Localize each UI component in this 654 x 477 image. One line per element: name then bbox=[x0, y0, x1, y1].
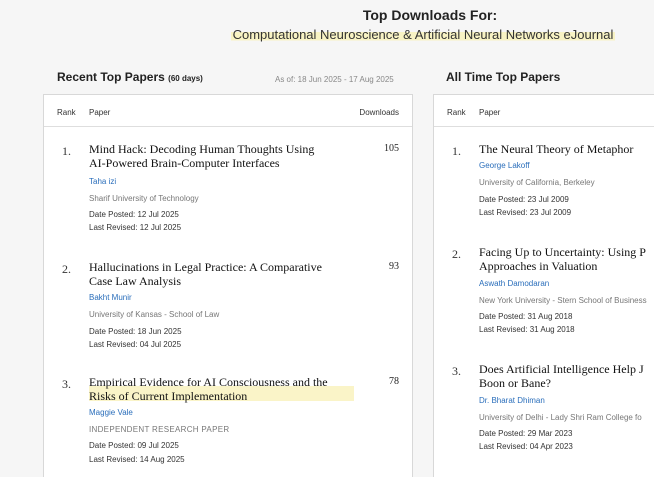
paper-author-link[interactable]: Maggie Vale bbox=[89, 408, 133, 417]
recent-date-range: As of: 18 Jun 2025 - 17 Aug 2025 bbox=[275, 75, 394, 84]
paper-downloads: 93 bbox=[389, 261, 399, 272]
recent-heading-text: Recent Top Papers bbox=[57, 70, 165, 84]
paper-last-revised: Last Revised: 23 Jul 2009 bbox=[479, 208, 572, 217]
paper-affiliation: University of California, Berkeley bbox=[479, 178, 595, 187]
recent-section-heading: Recent Top Papers (60 days) bbox=[57, 70, 203, 84]
paper-author-link[interactable]: Dr. Bharat Dhiman bbox=[479, 396, 545, 405]
col-paper: Paper bbox=[479, 108, 501, 117]
paper-rank: 3. bbox=[62, 377, 71, 391]
header-divider bbox=[434, 126, 654, 127]
paper-date-posted: Date Posted: 23 Jul 2009 bbox=[479, 195, 569, 204]
paper-last-revised: Last Revised: 04 Jul 2025 bbox=[89, 340, 182, 349]
col-downloads: Downloads bbox=[359, 108, 399, 117]
paper-title-link[interactable]: Hallucinations in Legal Practice: A Comp… bbox=[89, 260, 354, 288]
recent-papers-panel: Rank Paper Downloads 1. Mind Hack: Decod… bbox=[43, 94, 413, 477]
paper-rank: 2. bbox=[62, 262, 71, 276]
col-rank: Rank bbox=[57, 108, 76, 117]
top-downloads-page: Top Downloads For: Computational Neurosc… bbox=[0, 0, 654, 477]
paper-title-link[interactable]: Empirical Evidence for AI Consciousness … bbox=[89, 375, 354, 403]
paper-affiliation: INDEPENDENT RESEARCH PAPER bbox=[89, 425, 230, 434]
journal-name-link[interactable]: Computational Neuroscience & Artificial … bbox=[230, 27, 616, 42]
paper-last-revised: Last Revised: 12 Jul 2025 bbox=[89, 223, 182, 232]
paper-author-link[interactable]: George Lakoff bbox=[479, 161, 530, 170]
paper-last-revised: Last Revised: 14 Aug 2025 bbox=[89, 455, 185, 464]
header-divider bbox=[44, 126, 412, 127]
paper-last-revised: Last Revised: 31 Aug 2018 bbox=[479, 325, 575, 334]
paper-title-link[interactable]: Does Artificial Intelligence Help J Boon… bbox=[479, 362, 654, 390]
alltime-section-heading: All Time Top Papers bbox=[446, 70, 560, 84]
paper-affiliation: New York University - Stern School of Bu… bbox=[479, 296, 647, 305]
paper-date-posted: Date Posted: 31 Aug 2018 bbox=[479, 312, 573, 321]
paper-rank: 3. bbox=[452, 364, 461, 378]
paper-rank: 1. bbox=[452, 144, 461, 158]
alltime-heading-text: All Time Top Papers bbox=[446, 70, 561, 84]
col-rank: Rank bbox=[447, 108, 466, 117]
col-paper: Paper bbox=[89, 108, 111, 117]
paper-title-link[interactable]: The Neural Theory of Metaphor bbox=[479, 142, 654, 156]
page-title: Top Downloads For: bbox=[362, 7, 498, 23]
paper-title-link[interactable]: Mind Hack: Decoding Human Thoughts Using… bbox=[89, 142, 354, 170]
paper-downloads: 78 bbox=[389, 376, 399, 387]
paper-author-link[interactable]: Bakht Munir bbox=[89, 293, 132, 302]
recent-days-label: (60 days) bbox=[168, 74, 203, 83]
paper-downloads: 105 bbox=[384, 143, 399, 154]
paper-title-link[interactable]: Facing Up to Uncertainty: Using P Approa… bbox=[479, 245, 654, 273]
paper-date-posted: Date Posted: 18 Jun 2025 bbox=[89, 327, 182, 336]
paper-date-posted: Date Posted: 29 Mar 2023 bbox=[479, 429, 573, 438]
paper-affiliation: University of Kansas - School of Law bbox=[89, 310, 220, 319]
paper-author-link[interactable]: Taha izi bbox=[89, 177, 116, 186]
paper-rank: 2. bbox=[452, 247, 461, 261]
paper-affiliation: University of Delhi - Lady Shri Ram Coll… bbox=[479, 413, 642, 422]
journal-name: Computational Neuroscience & Artificial … bbox=[0, 27, 654, 42]
alltime-papers-panel: Rank Paper 1. The Neural Theory of Metap… bbox=[433, 94, 654, 477]
paper-date-posted: Date Posted: 12 Jul 2025 bbox=[89, 210, 179, 219]
paper-rank: 1. bbox=[62, 144, 71, 158]
paper-date-posted: Date Posted: 09 Jul 2025 bbox=[89, 441, 179, 450]
paper-author-link[interactable]: Aswath Damodaran bbox=[479, 279, 549, 288]
paper-last-revised: Last Revised: 04 Apr 2023 bbox=[479, 442, 573, 451]
paper-affiliation: Sharif University of Technology bbox=[89, 194, 199, 203]
